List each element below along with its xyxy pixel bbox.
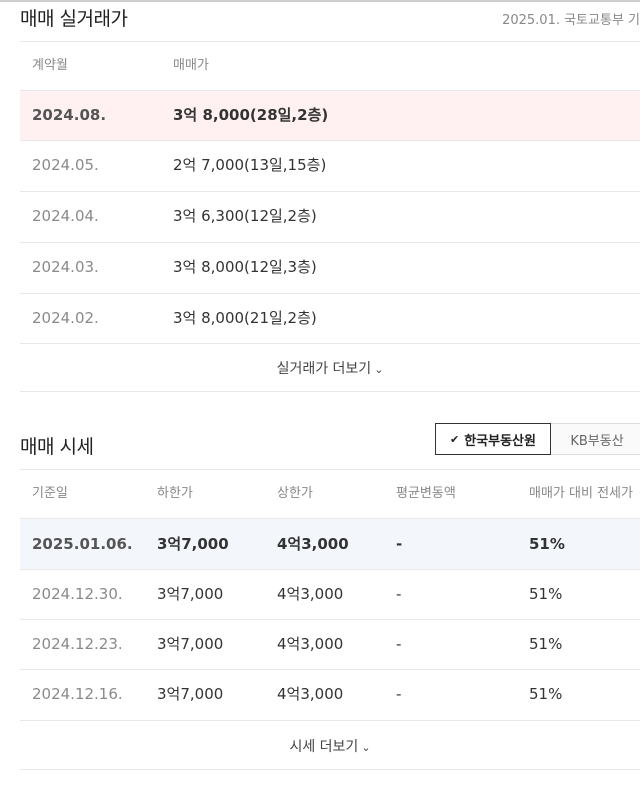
trade-month: 2024.05.: [32, 156, 99, 174]
trade-price: 3억 8,000(21일,2층): [173, 309, 317, 327]
market-change: -: [396, 635, 402, 653]
trade-row[interactable]: 2024.05. 2억 7,000(13일,15층): [20, 141, 640, 192]
header-base-date: 기준일: [32, 486, 68, 501]
trade-table-header: 계약월 매매가: [20, 42, 640, 91]
top-divider: [0, 0, 640, 2]
market-ratio: 51%: [529, 535, 565, 553]
market-table-header: 기준일 하한가 상한가 평균변동액 매매가 대비 전세가: [20, 470, 640, 519]
market-high: 4억3,000: [277, 635, 344, 653]
market-high: 4억3,000: [277, 585, 344, 603]
trade-price: 3억 6,300(12일,2층): [173, 207, 317, 225]
market-date: 2025.01.06.: [32, 535, 133, 553]
market-change: -: [396, 535, 403, 553]
header-low-price: 하한가: [157, 486, 193, 501]
market-high: 4억3,000: [277, 535, 349, 553]
market-row[interactable]: 2024.12.16. 3억7,000 4억3,000 - 51%: [20, 670, 640, 721]
trade-month: 2024.08.: [32, 106, 107, 124]
trade-section-title: 매매 실거래가: [20, 8, 128, 30]
market-low: 3억7,000: [157, 585, 224, 603]
trade-row[interactable]: 2024.08. 3억 8,000(28일,2층): [20, 91, 640, 141]
header-contract-month: 계약월: [32, 58, 68, 73]
header-high-price: 상한가: [277, 486, 313, 501]
market-source-tabs: ✔ 한국부동산원 KB부동산: [435, 423, 640, 455]
trade-month: 2024.02.: [32, 309, 99, 327]
market-ratio: 51%: [529, 635, 563, 653]
tab-korea-real-estate-board[interactable]: ✔ 한국부동산원: [435, 423, 551, 455]
market-low: 3억7,000: [157, 535, 229, 553]
market-date: 2024.12.16.: [32, 685, 123, 703]
market-more-label: 시세 더보기: [289, 739, 359, 755]
trade-row[interactable]: 2024.02. 3억 8,000(21일,2층): [20, 294, 640, 344]
market-more-button[interactable]: 시세 더보기 ⌄: [20, 736, 640, 756]
market-row[interactable]: 2024.12.30. 3억7,000 4억3,000 - 51%: [20, 570, 640, 620]
market-low: 3억7,000: [157, 635, 224, 653]
header-jeonse-ratio: 매매가 대비 전세가: [529, 486, 633, 501]
trade-more-label: 실거래가 더보기: [276, 361, 372, 377]
trade-price: 3억 8,000(12일,3층): [173, 258, 317, 276]
market-change: -: [396, 585, 402, 603]
market-date: 2024.12.23.: [32, 635, 123, 653]
trade-row[interactable]: 2024.03. 3억 8,000(12일,3층): [20, 243, 640, 294]
market-row[interactable]: 2025.01.06. 3억7,000 4억3,000 - 51%: [20, 519, 640, 570]
trade-month: 2024.04.: [32, 207, 99, 225]
trade-more-divider: [20, 391, 640, 392]
market-date: 2024.12.30.: [32, 585, 123, 603]
market-ratio: 51%: [529, 585, 563, 603]
check-icon: ✔: [450, 432, 460, 446]
market-low: 3억7,000: [157, 685, 224, 703]
tab-label: KB부동산: [570, 433, 624, 449]
header-sale-price: 매매가: [173, 58, 209, 73]
trade-month: 2024.03.: [32, 258, 99, 276]
market-change: -: [396, 685, 402, 703]
market-high: 4억3,000: [277, 685, 344, 703]
tab-kb-real-estate[interactable]: KB부동산: [551, 423, 640, 455]
header-avg-change: 평균변동액: [396, 486, 456, 501]
market-more-divider: [20, 769, 640, 770]
chevron-down-icon: ⌄: [361, 741, 371, 754]
market-section-title: 매매 시세: [20, 436, 94, 458]
tab-label: 한국부동산원: [464, 433, 536, 449]
market-row[interactable]: 2024.12.23. 3억7,000 4억3,000 - 51%: [20, 620, 640, 670]
trade-row[interactable]: 2024.04. 3억 6,300(12일,2층): [20, 192, 640, 243]
market-ratio: 51%: [529, 685, 563, 703]
trade-source-label: 2025.01. 국토교통부 기: [502, 13, 640, 28]
chevron-down-icon: ⌄: [374, 363, 384, 376]
trade-price: 3억 8,000(28일,2층): [173, 106, 329, 124]
trade-price: 2억 7,000(13일,15층): [173, 156, 327, 174]
trade-more-button[interactable]: 실거래가 더보기 ⌄: [20, 358, 640, 378]
